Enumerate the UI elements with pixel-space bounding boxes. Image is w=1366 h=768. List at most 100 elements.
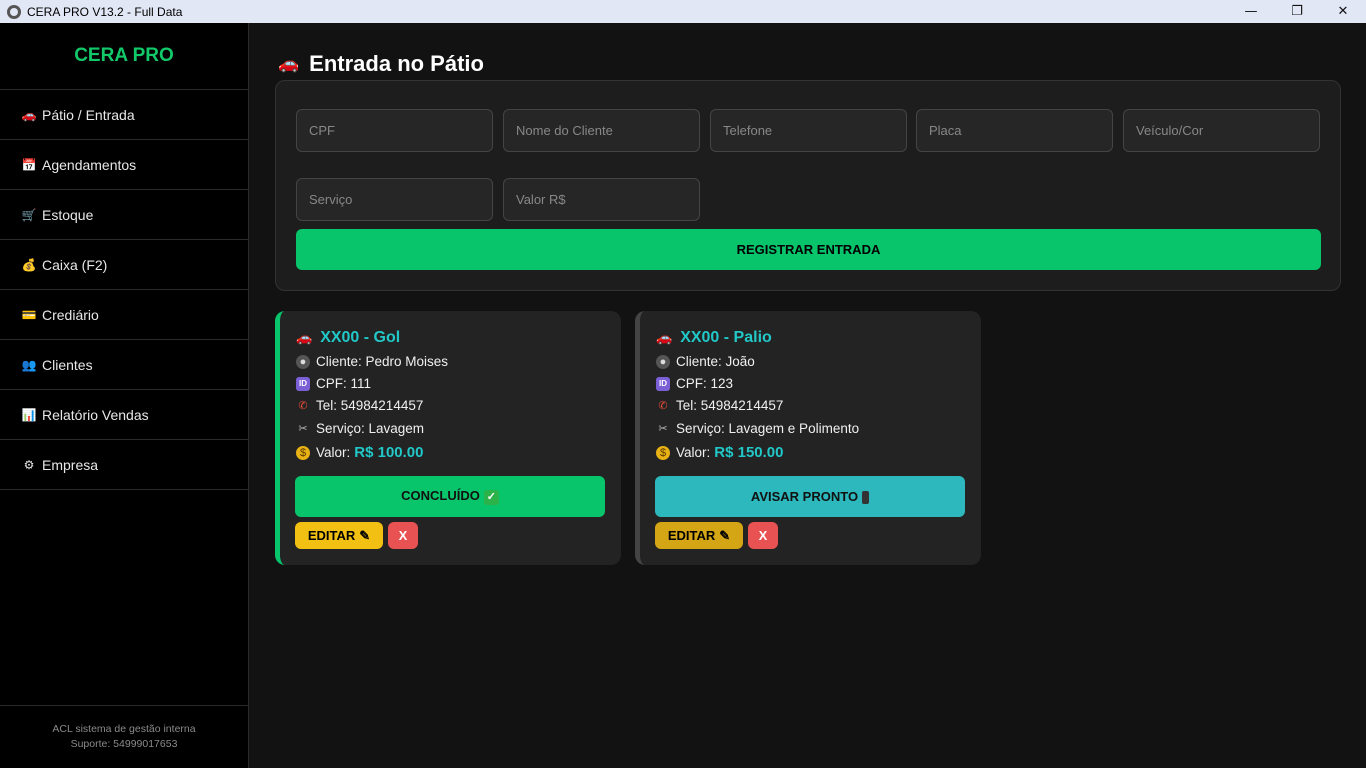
- page-title-text: Entrada no Pátio: [309, 51, 484, 76]
- window-titlebar: CERA PRO V13.2 - Full Data — ❐ ✕: [0, 0, 1366, 23]
- vehicle-input[interactable]: [1123, 109, 1320, 152]
- sidebar-item-crediario[interactable]: 💳 Crediário: [0, 290, 248, 340]
- register-entry-button[interactable]: REGISTRAR ENTRADA: [296, 229, 1321, 270]
- sidebar-item-patio[interactable]: 🚗 Pátio / Entrada: [0, 90, 248, 140]
- sidebar-item-estoque[interactable]: 🛒 Estoque: [0, 190, 248, 240]
- card-tel-text: Tel: 54984214457: [676, 398, 784, 413]
- phone-input[interactable]: [710, 109, 907, 152]
- page-title: 🚗 Entrada no Pátio: [278, 51, 484, 77]
- money-bag-icon: $: [296, 445, 310, 460]
- vehicle-card: 🚗 XX00 - Gol ● Cliente: Pedro Moises ID CPF…: [275, 311, 621, 565]
- id-icon: ID: [296, 376, 310, 391]
- card-client-text: Cliente: Pedro Moises: [316, 354, 449, 369]
- edit-label: EDITAR: [667, 527, 716, 543]
- card-client: ● Cliente: Pedro Moises: [296, 354, 448, 369]
- action-label: CONCLUÍDO: [401, 488, 480, 504]
- user-icon: ●: [296, 354, 310, 369]
- credit-card-icon: 💳: [21, 307, 37, 322]
- sidebar-item-label: Empresa: [42, 456, 99, 473]
- tools-icon: ✂: [658, 423, 668, 435]
- card-service-text: Serviço: Lavagem e Polimento: [676, 421, 860, 436]
- sidebar: CERA PRO 🚗 Pátio / Entrada 📅 Agendamentos …: [0, 23, 249, 768]
- delete-button[interactable]: X: [748, 522, 778, 549]
- minimize-button[interactable]: —: [1228, 0, 1274, 23]
- card-title-text: XX00 - Palio: [680, 329, 772, 346]
- card-tel: ✆ Tel: 54984214457: [656, 398, 783, 413]
- card-value-label: Valor:: [316, 445, 351, 460]
- check-icon: ✓: [483, 489, 499, 505]
- phone-icon: ✆: [658, 400, 668, 412]
- sidebar-item-label: Estoque: [42, 206, 94, 223]
- sidebar-item-label: Agendamentos: [42, 156, 137, 173]
- window-title: CERA PRO V13.2 - Full Data: [27, 4, 183, 19]
- window-controls: — ❐ ✕: [1228, 0, 1366, 23]
- card-service: ✂ Serviço: Lavagem e Polimento: [656, 421, 859, 436]
- card-client-text: Cliente: João: [676, 354, 755, 369]
- sidebar-item-label: Crediário: [42, 306, 99, 323]
- delete-button[interactable]: X: [388, 522, 418, 549]
- car-icon: 🚗: [21, 107, 37, 122]
- users-icon: 👥: [21, 357, 37, 372]
- sidebar-item-label: Clientes: [42, 356, 93, 373]
- mobile-phone-icon: [862, 491, 870, 505]
- edit-label: EDITAR: [307, 527, 356, 543]
- sidebar-item-caixa[interactable]: 💰 Caixa (F2): [0, 240, 248, 290]
- notify-ready-button[interactable]: AVISAR PRONTO: [655, 476, 965, 517]
- user-icon: ●: [656, 354, 670, 369]
- card-tel: ✆ Tel: 54984214457: [296, 398, 423, 413]
- car-icon: 🚗: [296, 330, 313, 345]
- entry-form: REGISTRAR ENTRADA: [275, 80, 1341, 291]
- main-content: 🚗 Entrada no Pátio REGISTRAR ENTRADA 🚗XX…: [250, 23, 1366, 768]
- cart-icon: 🛒: [21, 207, 37, 222]
- action-label: AVISAR PRONTO: [750, 488, 859, 504]
- sidebar-item-empresa[interactable]: ⚙ Empresa: [0, 440, 248, 490]
- gear-icon: ⚙: [23, 457, 35, 472]
- pencil-icon: ✎: [359, 527, 371, 543]
- edit-button[interactable]: EDITAR ✎: [655, 522, 743, 549]
- pencil-icon: ✎: [719, 527, 731, 543]
- bar-chart-icon: 📊: [21, 407, 37, 422]
- edit-button[interactable]: EDITAR ✎: [295, 522, 383, 549]
- card-value: $ Valor: R$ 100.00: [296, 444, 424, 461]
- sidebar-item-label: Relatório Vendas: [42, 406, 149, 423]
- sidebar-item-clientes[interactable]: 👥 Clientes: [0, 340, 248, 390]
- money-bag-icon: 💰: [21, 257, 37, 272]
- money-bag-icon: $: [656, 445, 670, 460]
- card-tel-text: Tel: 54984214457: [316, 398, 424, 413]
- plate-input[interactable]: [916, 109, 1113, 152]
- concluded-button[interactable]: CONCLUÍDO ✓: [295, 476, 605, 517]
- card-value-label: Valor:: [676, 445, 711, 460]
- id-icon: ID: [656, 376, 670, 391]
- footer-support: Suporte: 54999017653: [70, 738, 178, 750]
- phone-icon: ✆: [298, 400, 308, 412]
- client-name-input[interactable]: [503, 109, 700, 152]
- sidebar-item-relatorio[interactable]: 📊 Relatório Vendas: [0, 390, 248, 440]
- card-service: ✂ Serviço: Lavagem: [296, 421, 424, 436]
- card-value-amount: R$ 100.00: [354, 444, 424, 461]
- vehicle-card: 🚗 XX00 - Palio ● Cliente: João ID CPF: 123 …: [635, 311, 981, 565]
- value-input[interactable]: [503, 178, 700, 221]
- card-title: 🚗 XX00 - Palio: [656, 329, 772, 347]
- sidebar-footer: ACL sistema de gestão interna Suporte: 5…: [0, 705, 248, 768]
- card-client: ● Cliente: João: [656, 354, 755, 369]
- service-input[interactable]: [296, 178, 493, 221]
- app-globe-icon: [7, 4, 21, 19]
- card-cpf: ID CPF: 123: [656, 376, 733, 391]
- card-title: 🚗 XX00 - Gol: [296, 329, 400, 347]
- car-icon: 🚗: [656, 330, 673, 345]
- card-title-text: XX00 - Gol: [320, 329, 401, 346]
- sidebar-item-label: Pátio / Entrada: [42, 106, 135, 123]
- card-cpf: ID CPF: 111: [296, 376, 371, 391]
- brand-logo: CERA PRO: [0, 23, 248, 90]
- close-button[interactable]: ✕: [1320, 0, 1366, 23]
- card-cpf-text: CPF: 123: [676, 376, 734, 391]
- sidebar-item-label: Caixa (F2): [42, 256, 108, 273]
- card-value: $ Valor: R$ 150.00: [656, 444, 784, 461]
- maximize-button[interactable]: ❐: [1274, 0, 1320, 23]
- sidebar-item-agendamentos[interactable]: 📅 Agendamentos: [0, 140, 248, 190]
- car-icon: 🚗: [278, 54, 300, 73]
- calendar-icon: 📅: [21, 157, 37, 172]
- card-cpf-text: CPF: 111: [316, 376, 372, 391]
- card-service-text: Serviço: Lavagem: [316, 421, 425, 436]
- cpf-input[interactable]: [296, 109, 493, 152]
